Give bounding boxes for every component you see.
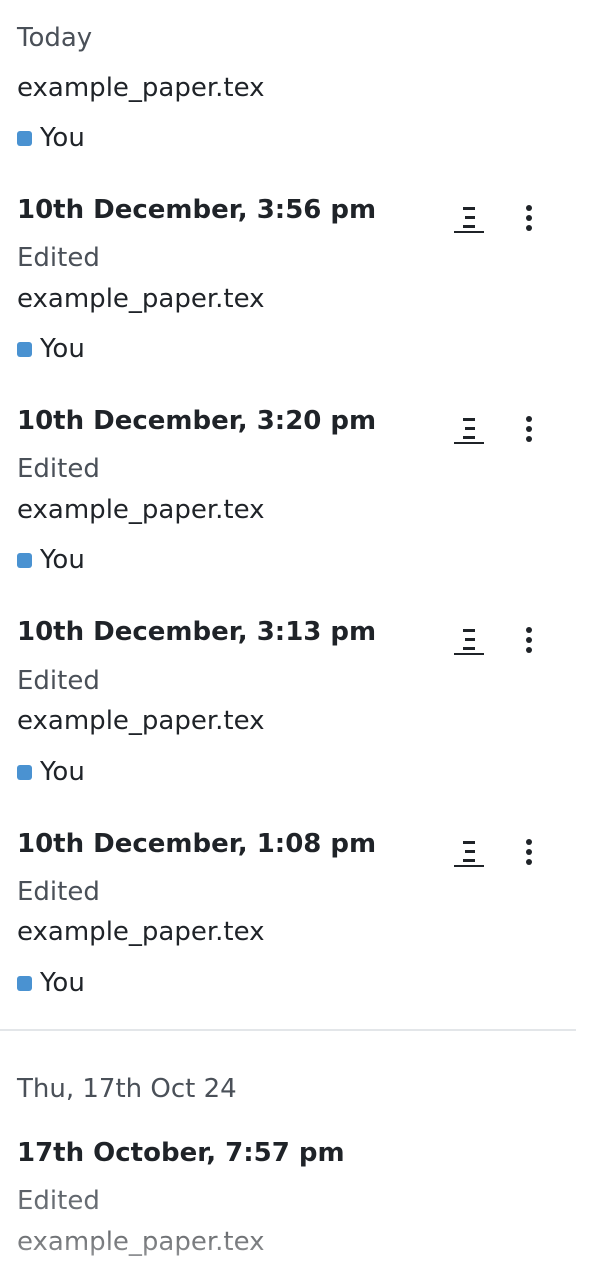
more-options-button[interactable] xyxy=(509,832,549,872)
entry-file-name: example_paper.tex xyxy=(17,73,265,103)
entry-timestamp: 10th December, 1:08 pm xyxy=(17,829,377,859)
more-vertical-icon xyxy=(526,416,532,442)
entry-user-name: You xyxy=(40,757,85,787)
entry-action: Edited xyxy=(17,1186,100,1216)
entry-user-name: You xyxy=(40,334,85,364)
more-vertical-icon xyxy=(526,839,532,865)
entry-user: You xyxy=(17,968,85,998)
entry-user: You xyxy=(17,545,85,575)
entry-user: You xyxy=(17,757,85,787)
user-color-swatch xyxy=(17,975,32,991)
compare-button[interactable] xyxy=(449,832,489,872)
compare-icon xyxy=(454,841,484,867)
history-group-header-today: Today xyxy=(17,23,93,53)
entry-action: Edited xyxy=(17,666,100,696)
user-color-swatch xyxy=(17,130,32,146)
entry-timestamp: 10th December, 3:56 pm xyxy=(17,195,377,225)
compare-icon xyxy=(454,418,484,444)
more-options-button[interactable] xyxy=(509,620,549,660)
entry-user: You xyxy=(17,123,85,153)
history-group-header: Thu, 17th Oct 24 xyxy=(17,1074,237,1104)
more-vertical-icon xyxy=(526,627,532,653)
compare-button[interactable] xyxy=(449,620,489,660)
compare-icon xyxy=(454,207,484,233)
entry-timestamp: 17th October, 7:57 pm xyxy=(17,1138,345,1168)
compare-button[interactable] xyxy=(449,409,489,449)
user-color-swatch xyxy=(17,764,32,780)
entry-user-name: You xyxy=(40,968,85,998)
entry-user: You xyxy=(17,334,85,364)
entry-user-name: You xyxy=(40,123,85,153)
compare-button[interactable] xyxy=(449,198,489,238)
entry-action: Edited xyxy=(17,877,100,907)
history-panel: Today example_paper.tex You 10th Decembe… xyxy=(0,0,576,1284)
user-color-swatch xyxy=(17,341,32,357)
scrollbar-track[interactable] xyxy=(576,0,592,1284)
entry-file-name: example_paper.tex xyxy=(17,1227,265,1257)
entry-file-name: example_paper.tex xyxy=(17,917,265,947)
entry-action: Edited xyxy=(17,243,100,273)
entry-file-name: example_paper.tex xyxy=(17,495,265,525)
more-options-button[interactable] xyxy=(509,198,549,238)
entry-timestamp: 10th December, 3:20 pm xyxy=(17,406,377,436)
more-options-button[interactable] xyxy=(509,409,549,449)
entry-file-name: example_paper.tex xyxy=(17,706,265,736)
group-divider xyxy=(0,1029,576,1031)
user-color-swatch xyxy=(17,552,32,568)
entry-action: Edited xyxy=(17,454,100,484)
entry-timestamp: 10th December, 3:13 pm xyxy=(17,617,377,647)
entry-file-name: example_paper.tex xyxy=(17,284,265,314)
more-vertical-icon xyxy=(526,205,532,231)
entry-user-name: You xyxy=(40,545,85,575)
compare-icon xyxy=(454,629,484,655)
